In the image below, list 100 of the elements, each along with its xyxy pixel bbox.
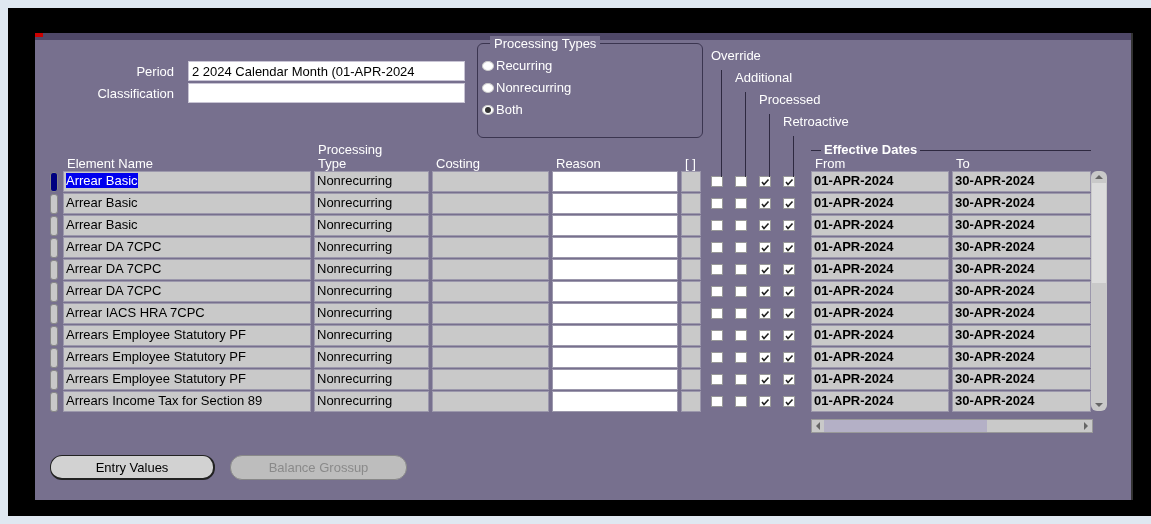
row-marker[interactable] (50, 238, 58, 258)
classification-field[interactable] (188, 83, 465, 103)
flex-cell[interactable] (681, 215, 701, 236)
checkbox[interactable] (759, 264, 771, 275)
date-cell[interactable]: 30-APR-2024 (952, 347, 1091, 368)
checkbox[interactable] (759, 352, 771, 363)
checkbox[interactable] (711, 396, 723, 407)
date-cell[interactable]: 01-APR-2024 (811, 237, 949, 258)
checkbox[interactable] (711, 198, 723, 209)
checkbox[interactable] (783, 220, 795, 231)
radio-button[interactable] (482, 104, 494, 115)
checkbox[interactable] (735, 396, 747, 407)
date-cell[interactable]: 30-APR-2024 (952, 193, 1091, 214)
checkbox[interactable] (711, 264, 723, 275)
radio-button[interactable] (482, 60, 494, 71)
checkbox[interactable] (759, 330, 771, 341)
flex-cell[interactable] (681, 369, 701, 390)
costing-cell[interactable] (432, 237, 549, 258)
element-name-cell[interactable]: Arrear DA 7CPC (63, 237, 311, 258)
row-marker[interactable] (50, 282, 58, 302)
date-cell[interactable]: 30-APR-2024 (952, 259, 1091, 280)
checkbox[interactable] (711, 286, 723, 297)
checkbox[interactable] (759, 396, 771, 407)
checkbox[interactable] (735, 198, 747, 209)
checkbox[interactable] (783, 286, 795, 297)
date-cell[interactable]: 01-APR-2024 (811, 391, 949, 412)
reason-field[interactable] (552, 347, 678, 368)
flex-cell[interactable] (681, 303, 701, 324)
element-name-cell[interactable]: Arrear Basic (63, 193, 311, 214)
radio-button[interactable] (482, 82, 494, 93)
checkbox[interactable] (735, 176, 747, 187)
row-marker[interactable] (50, 172, 58, 192)
costing-cell[interactable] (432, 259, 549, 280)
costing-cell[interactable] (432, 215, 549, 236)
row-marker[interactable] (50, 216, 58, 236)
checkbox[interactable] (783, 352, 795, 363)
flex-cell[interactable] (681, 171, 701, 192)
element-name-cell[interactable]: Arrears Employee Statutory PF (63, 347, 311, 368)
row-marker[interactable] (50, 326, 58, 346)
row-marker[interactable] (50, 304, 58, 324)
checkbox[interactable] (711, 352, 723, 363)
date-cell[interactable]: 01-APR-2024 (811, 325, 949, 346)
reason-field[interactable] (552, 259, 678, 280)
date-cell[interactable]: 01-APR-2024 (811, 171, 949, 192)
flex-cell[interactable] (681, 391, 701, 412)
date-cell[interactable]: 01-APR-2024 (811, 281, 949, 302)
checkbox[interactable] (735, 286, 747, 297)
period-field[interactable]: 2 2024 Calendar Month (01-APR-2024 (188, 61, 465, 81)
checkbox[interactable] (759, 308, 771, 319)
date-cell[interactable]: 30-APR-2024 (952, 171, 1091, 192)
flex-cell[interactable] (681, 325, 701, 346)
element-name-cell[interactable]: Arrear IACS HRA 7CPC (63, 303, 311, 324)
checkbox[interactable] (759, 374, 771, 385)
radio-option[interactable]: Nonrecurring (482, 79, 702, 96)
checkbox[interactable] (735, 264, 747, 275)
date-cell[interactable]: 30-APR-2024 (952, 369, 1091, 390)
reason-field[interactable] (552, 325, 678, 346)
checkbox[interactable] (783, 374, 795, 385)
scroll-down-icon[interactable] (1095, 403, 1103, 407)
date-cell[interactable]: 01-APR-2024 (811, 193, 949, 214)
action-button[interactable]: Entry Values (50, 455, 215, 480)
element-name-cell[interactable]: Arrear Basic (63, 171, 311, 192)
scroll-left-icon[interactable] (816, 422, 820, 430)
checkbox[interactable] (759, 286, 771, 297)
scroll-right-icon[interactable] (1084, 422, 1088, 430)
row-marker[interactable] (50, 392, 58, 412)
reason-field[interactable] (552, 237, 678, 258)
checkbox[interactable] (783, 242, 795, 253)
reason-field[interactable] (552, 303, 678, 324)
row-marker[interactable] (50, 348, 58, 368)
reason-field[interactable] (552, 369, 678, 390)
horizontal-scrollbar[interactable] (811, 419, 1093, 433)
costing-cell[interactable] (432, 325, 549, 346)
checkbox[interactable] (711, 176, 723, 187)
element-name-cell[interactable]: Arrear Basic (63, 215, 311, 236)
checkbox[interactable] (735, 242, 747, 253)
checkbox[interactable] (735, 330, 747, 341)
checkbox[interactable] (759, 242, 771, 253)
costing-cell[interactable] (432, 171, 549, 192)
checkbox[interactable] (711, 242, 723, 253)
date-cell[interactable]: 30-APR-2024 (952, 325, 1091, 346)
checkbox[interactable] (759, 176, 771, 187)
checkbox[interactable] (711, 220, 723, 231)
checkbox[interactable] (735, 220, 747, 231)
flex-cell[interactable] (681, 259, 701, 280)
checkbox[interactable] (783, 198, 795, 209)
date-cell[interactable]: 01-APR-2024 (811, 215, 949, 236)
radio-option[interactable]: Recurring (482, 57, 702, 74)
checkbox[interactable] (783, 396, 795, 407)
checkbox[interactable] (759, 220, 771, 231)
element-name-cell[interactable]: Arrear DA 7CPC (63, 259, 311, 280)
date-cell[interactable]: 30-APR-2024 (952, 237, 1091, 258)
checkbox[interactable] (783, 264, 795, 275)
costing-cell[interactable] (432, 281, 549, 302)
flex-cell[interactable] (681, 193, 701, 214)
checkbox[interactable] (735, 374, 747, 385)
date-cell[interactable]: 01-APR-2024 (811, 303, 949, 324)
costing-cell[interactable] (432, 369, 549, 390)
date-cell[interactable]: 01-APR-2024 (811, 369, 949, 390)
vertical-scrollbar[interactable] (1091, 171, 1107, 411)
